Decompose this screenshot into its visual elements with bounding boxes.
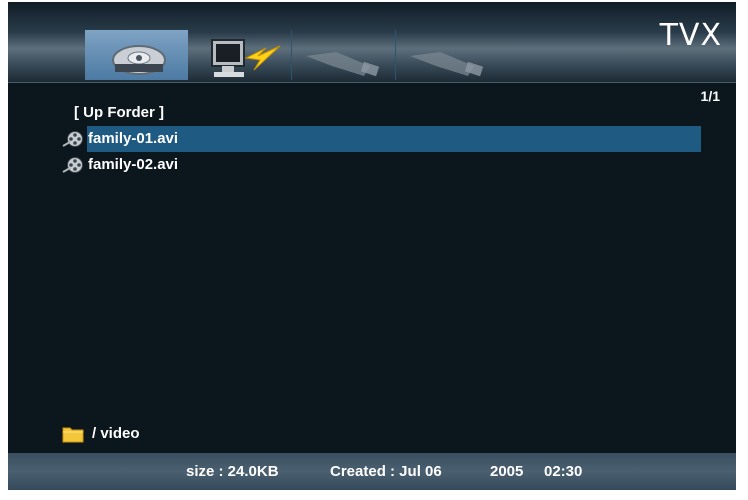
file-name: family-02.avi bbox=[88, 156, 179, 173]
file-size: size : 24.0KB bbox=[186, 463, 279, 480]
status-bar: size : 24.0KB Created : Jul 06 2005 02:3… bbox=[8, 453, 736, 490]
created-date: Created : Jul 06 bbox=[330, 463, 442, 480]
list-item[interactable]: family-01.avi bbox=[62, 126, 712, 152]
created-time: 02:30 bbox=[544, 463, 583, 480]
created-year: 2005 bbox=[490, 463, 524, 480]
tab-usb-1[interactable] bbox=[292, 30, 396, 80]
tab-network[interactable] bbox=[188, 30, 292, 80]
selection-highlight bbox=[87, 126, 701, 152]
file-browser: TVX 1/1 [ Up Forder ] family-01.avi fami… bbox=[8, 2, 736, 490]
media-player-screen: TVX 1/1 [ Up Forder ] family-01.avi fami… bbox=[0, 0, 748, 500]
film-reel-icon bbox=[62, 131, 83, 147]
path-label: / video bbox=[92, 425, 140, 442]
hard-drive-icon bbox=[112, 45, 166, 75]
usb-icon bbox=[410, 52, 484, 77]
tab-usb-2[interactable] bbox=[396, 30, 499, 80]
network-pc-icon bbox=[211, 39, 281, 77]
tab-hard-drive[interactable] bbox=[85, 30, 188, 80]
up-folder-item[interactable]: [ Up Forder ] bbox=[62, 100, 712, 126]
file-list: [ Up Forder ] family-01.avi family-02.av… bbox=[62, 100, 712, 178]
usb-icon bbox=[306, 52, 380, 77]
source-tab-bar: TVX bbox=[8, 2, 736, 83]
folder-icon bbox=[62, 427, 84, 443]
film-reel-icon bbox=[62, 157, 83, 173]
file-name: family-01.avi bbox=[88, 130, 179, 147]
up-folder-label: [ Up Forder ] bbox=[74, 104, 164, 121]
list-item[interactable]: family-02.avi bbox=[62, 152, 712, 178]
brand-logo: TVX bbox=[659, 18, 722, 53]
